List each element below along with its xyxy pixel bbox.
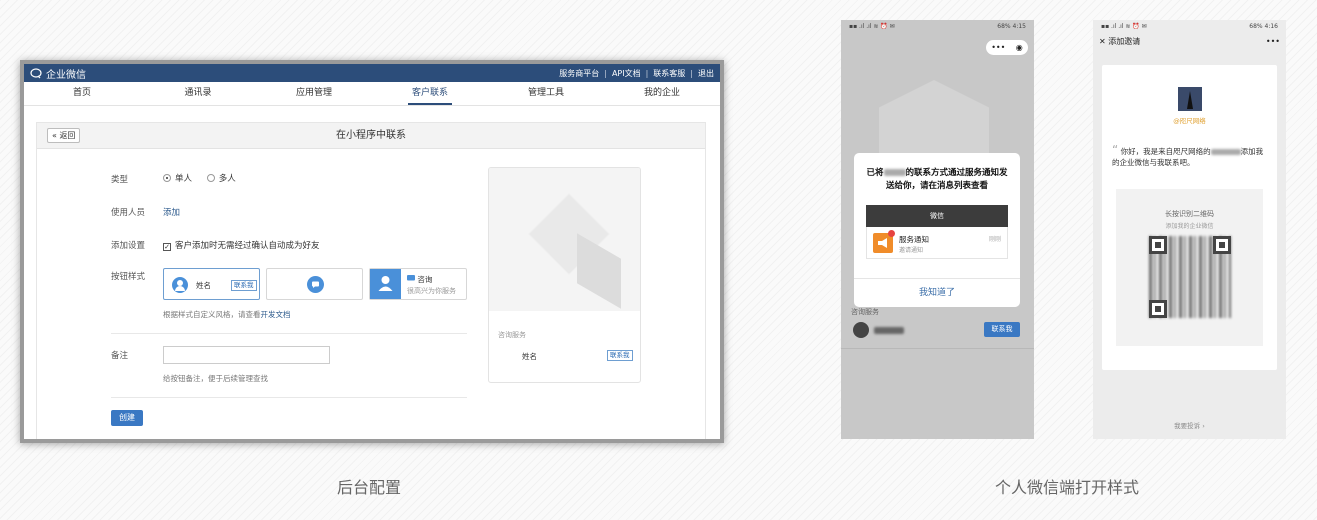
status-right: 68% 4:16 (1249, 22, 1278, 30)
close-icon[interactable]: ✕ (1099, 37, 1106, 46)
style-card-name: 姓名 (196, 281, 211, 290)
radio-multi[interactable]: 多人 (206, 174, 236, 184)
page-title: 在小程序中联系 (336, 130, 406, 141)
bg-name-blurred (874, 327, 904, 334)
status-bar: ▪▪ .ıl .ıl ≋ ⏰ ✉ 68% 4:15 (841, 20, 1034, 32)
person-icon (370, 269, 401, 299)
caption-admin: 后台配置 (337, 478, 402, 497)
notify-modal: 已将 的联系方式通过服务通知发送给你，请在消息列表查看 微信 服务通知 邀请通知 … (854, 153, 1020, 307)
qr-finder (1213, 236, 1231, 254)
notify-title: 服务通知 (899, 235, 929, 244)
preview-name: 姓名 (522, 352, 537, 361)
invite-message: “ 你好，我是来自咫尺网络的 添加我的企业微信与我联系吧。 (1112, 143, 1264, 167)
signal-icon: ▪▪ .ıl .ıl ≋ ⏰ ✉ (849, 22, 895, 30)
signal-icon: ▪▪ .ıl .ıl ≋ ⏰ ✉ (1101, 22, 1147, 30)
note-input[interactable] (163, 346, 330, 364)
style-option-consult-card[interactable]: 咨询 很高兴为你服务 (369, 268, 467, 300)
main-nav: 首页 通讯录 应用管理 客户联系 管理工具 我的企业 (24, 82, 720, 106)
more-icon[interactable]: ••• (1266, 37, 1280, 46)
brand-name: 企业微信 (46, 69, 86, 81)
tab-tools[interactable]: 管理工具 (488, 82, 604, 105)
link-support[interactable]: 联系客服 (653, 68, 685, 79)
top-bar: 企业微信 服务商平台 | API文档 | 联系客服 | 退出 (24, 64, 720, 82)
link-api-docs[interactable]: API文档 (612, 68, 641, 79)
phone-screen-invite: ▪▪ .ıl .ıl ≋ ⏰ ✉ 68% 4:16 ✕ 添加邀请 ••• @咫尺… (1093, 20, 1286, 439)
brand[interactable]: 企业微信 (30, 66, 86, 81)
qr-section: 长按识别二维码 添加我的企业微信 (1116, 189, 1263, 346)
preview-contact-button: 联系我 (607, 350, 633, 361)
content-panel: « 返回 在小程序中联系 类型 单人 多人 使用人员 添加 添加设置 ✓ 客户添加… (36, 122, 706, 439)
message-icon (407, 275, 415, 281)
style-option-icon-only[interactable] (266, 268, 363, 300)
qr-subtitle: 添加我的企业微信 (1165, 223, 1214, 230)
chat-bubble-icon (307, 276, 324, 293)
divider (111, 333, 467, 334)
top-links: 服务商平台 | API文档 | 联系客服 | 退出 (559, 68, 714, 79)
invite-card: @咫尺网络 “ 你好，我是来自咫尺网络的 添加我的企业微信与我联系吧。 长按识别二… (1102, 65, 1277, 370)
back-button[interactable]: « 返回 (47, 128, 81, 143)
consult-subtitle: 很高兴为你服务 (407, 287, 456, 295)
company-name: @咫尺网络 (1173, 117, 1206, 125)
add-users-link[interactable]: 添加 (163, 206, 180, 218)
more-icon[interactable]: ••• (991, 43, 1005, 52)
service-notify-item: 服务通知 邀请通知 刚刚 (866, 227, 1008, 259)
nav-title: 添加邀请 (1108, 36, 1141, 46)
got-it-button[interactable]: 我知道了 (854, 278, 1020, 307)
quote-icon: “ (1112, 143, 1119, 157)
modal-title: 已将 的联系方式通过服务通知发送给你，请在消息列表查看 (866, 168, 1008, 191)
caption-wechat: 个人微信端打开样式 (995, 478, 1140, 497)
status-right: 68% 4:15 (997, 22, 1026, 30)
qr-finder (1149, 300, 1167, 318)
type-radio-group: 单人 多人 (163, 172, 236, 184)
qr-title: 长按识别二维码 (1165, 210, 1214, 218)
style-label: 按钮样式 (111, 272, 146, 282)
status-bar: ▪▪ .ıl .ıl ≋ ⏰ ✉ 68% 4:16 (1093, 20, 1286, 32)
style-card-contact-btn: 联系我 (231, 280, 257, 291)
phone-screen-notify: ▪▪ .ıl .ıl ≋ ⏰ ✉ 68% 4:15 ••• ◉ 咨询服务 联系我… (841, 20, 1034, 439)
link-logout[interactable]: 退出 (698, 68, 714, 79)
type-label: 类型 (111, 175, 129, 185)
dev-docs-link[interactable]: 开发文档 (261, 310, 291, 319)
divider (841, 348, 1034, 349)
checkbox-icon: ✓ (163, 243, 171, 251)
tab-customer-contact[interactable]: 客户联系 (372, 82, 488, 105)
style-option-name-card[interactable]: 姓名 联系我 (163, 268, 260, 300)
complain-link[interactable]: 我要投诉 › (1093, 420, 1286, 430)
close-circle-icon[interactable]: ◉ (1016, 43, 1023, 52)
wework-logo-icon (30, 67, 42, 78)
tab-apps[interactable]: 应用管理 (256, 82, 372, 105)
consult-title: 咨询 (407, 274, 432, 285)
bg-contact-button[interactable]: 联系我 (984, 322, 1020, 337)
note-hint: 给按钮备注，便于后续管理查找 (163, 374, 268, 383)
nav-left: ✕ 添加邀请 (1099, 36, 1140, 47)
users-label: 使用人员 (111, 208, 146, 218)
tab-contacts[interactable]: 通讯录 (140, 82, 256, 105)
bg-avatar (853, 322, 869, 338)
admin-window: 企业微信 服务商平台 | API文档 | 联系客服 | 退出 首页 通讯录 应用管理 … (20, 60, 724, 443)
radio-single[interactable]: 单人 (163, 174, 192, 184)
auto-friend-checkbox[interactable]: ✓ 客户添加时无需经过确认自动成为好友 (163, 239, 320, 251)
divider (111, 397, 467, 398)
tab-my-company[interactable]: 我的企业 (604, 82, 720, 105)
tab-home[interactable]: 首页 (24, 82, 140, 105)
notify-subtitle: 邀请通知 (899, 247, 924, 254)
unread-badge (888, 230, 895, 237)
wechat-header: 微信 (866, 205, 1008, 227)
preview-card: 咨询服务 姓名 联系我 (488, 167, 641, 383)
preview-section-label: 咨询服务 (498, 331, 526, 339)
notify-time: 刚刚 (988, 236, 1001, 243)
nav-bar: ✕ 添加邀请 ••• (1093, 32, 1286, 50)
setting-label: 添加设置 (111, 241, 146, 251)
panel-header: « 返回 在小程序中联系 (37, 123, 705, 149)
company-logo (1178, 87, 1202, 111)
create-button[interactable]: 创建 (111, 410, 143, 426)
qr-finder (1149, 236, 1167, 254)
style-hint: 根据样式自定义风格，请查看开发文档 (163, 310, 291, 319)
miniprogram-capsule[interactable]: ••• ◉ (986, 40, 1028, 55)
link-provider[interactable]: 服务商平台 (559, 68, 599, 79)
preview-illustration (489, 168, 640, 311)
bg-section-label: 咨询服务 (851, 308, 879, 316)
note-label: 备注 (111, 351, 129, 361)
avatar-icon (172, 277, 188, 293)
